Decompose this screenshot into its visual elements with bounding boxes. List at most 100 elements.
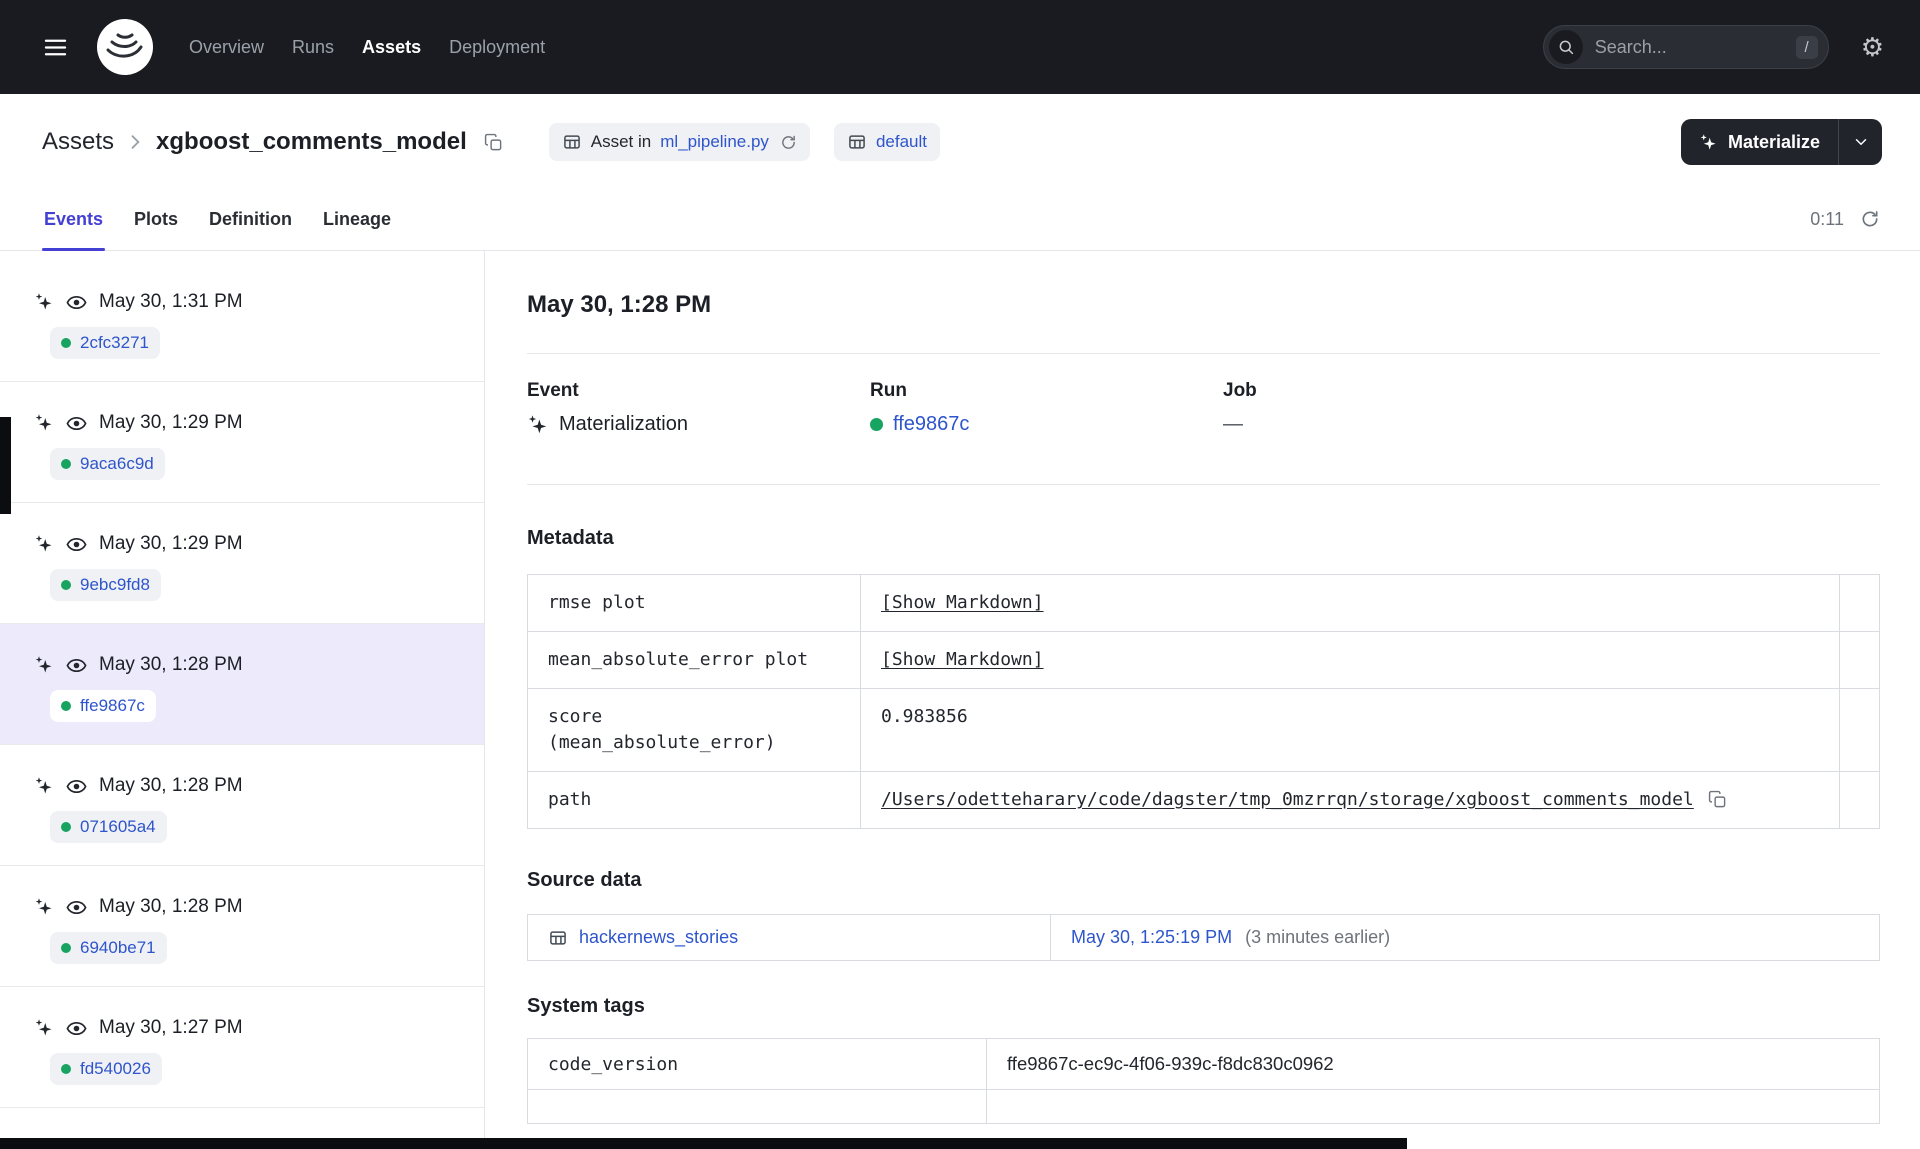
materialize-button[interactable]: Materialize — [1680, 119, 1838, 165]
run-id-badge[interactable]: 9ebc9fd8 — [50, 569, 161, 601]
event-run-job-summary: Event Materialization Run ffe9867c Job — — [527, 380, 1880, 436]
event-list-item[interactable]: May 30, 1:29 PM 9aca6c9d — [0, 382, 484, 503]
materialization-icon — [34, 655, 54, 675]
event-list-item[interactable]: May 30, 1:28 PM 071605a4 — [0, 745, 484, 866]
reload-code-location-icon[interactable] — [780, 134, 797, 151]
event-list-item[interactable]: May 30, 1:31 PM 2cfc3271 — [0, 261, 484, 382]
upstream-asset-link[interactable]: hackernews_stories — [579, 927, 738, 948]
metadata-key: score (mean_absolute_error) — [527, 688, 861, 772]
run-success-dot — [870, 418, 883, 431]
search-input[interactable] — [1592, 35, 1786, 59]
run-id-badge[interactable]: 071605a4 — [50, 811, 167, 843]
observation-eye-icon — [66, 776, 87, 797]
tab[interactable]: Events — [42, 188, 106, 251]
run-id-badge[interactable]: 9aca6c9d — [50, 448, 165, 480]
screen-edge-artifact-left — [0, 417, 11, 514]
run-id-link[interactable]: fd540026 — [80, 1059, 151, 1079]
run-id-link[interactable]: 9aca6c9d — [80, 454, 154, 474]
asset-in-label: Asset in — [590, 132, 652, 151]
run-id-link[interactable]: 071605a4 — [80, 817, 156, 837]
run-id-badge[interactable]: fd540026 — [50, 1053, 162, 1085]
run-success-dot — [61, 822, 71, 832]
run-id-link[interactable]: 2cfc3271 — [80, 333, 149, 353]
search-box[interactable]: / — [1542, 25, 1829, 69]
source-data-table: hackernews_stories May 30, 1:25:19 PM (3… — [527, 914, 1880, 961]
metadata-key: path — [527, 771, 861, 829]
dagster-logo[interactable] — [95, 17, 155, 77]
materialization-icon — [34, 534, 54, 554]
hamburger-menu-button[interactable] — [36, 28, 75, 67]
event-list-item[interactable]: May 30, 1:27 PM fd540026 — [0, 987, 484, 1108]
event-timestamp: May 30, 1:28 PM — [99, 654, 243, 675]
source-timestamp-link[interactable]: May 30, 1:25:19 PM — [1071, 927, 1232, 947]
tab[interactable]: Plots — [132, 188, 180, 250]
run-id-badge[interactable]: 2cfc3271 — [50, 327, 160, 359]
materialization-icon — [34, 292, 54, 312]
materialization-icon — [527, 414, 549, 436]
metadata-value[interactable]: [Show Markdown] — [881, 592, 1044, 613]
metadata-action-cell — [1839, 771, 1880, 829]
hamburger-icon — [44, 39, 67, 55]
metadata-heading: Metadata — [527, 527, 614, 549]
event-type-value: Materialization — [559, 413, 688, 435]
refresh-icon[interactable] — [1858, 207, 1882, 231]
event-detail-title: May 30, 1:28 PM — [527, 291, 712, 318]
nav-item[interactable]: Overview — [189, 37, 264, 58]
event-label: Event — [527, 380, 579, 401]
metadata-value[interactable]: /Users/odetteharary/code/dagster/tmp_0mz… — [881, 789, 1694, 810]
asset-group-link[interactable]: default — [876, 132, 927, 152]
page-header: Assets xgboost_comments_model Asset in m… — [0, 94, 1920, 188]
run-id-badge[interactable]: 6940be71 — [50, 932, 167, 964]
run-column: Run ffe9867c — [870, 380, 1223, 436]
asset-definition-chip[interactable]: Asset in ml_pipeline.py — [548, 123, 810, 161]
run-id-link[interactable]: 6940be71 — [80, 938, 156, 958]
tab[interactable]: Lineage — [321, 188, 393, 250]
run-id-link[interactable]: ffe9867c — [893, 413, 969, 436]
metadata-action-cell — [1839, 688, 1880, 772]
system-tag-row: code_version ffe9867c-ec9c-4f06-939c-f8d… — [527, 1038, 1880, 1090]
job-label: Job — [1223, 380, 1257, 401]
system-tag-key: code_version — [527, 1038, 987, 1090]
event-column: Event Materialization — [527, 380, 870, 436]
run-id-link[interactable]: 9ebc9fd8 — [80, 575, 150, 595]
copy-asset-name-icon[interactable] — [478, 127, 509, 158]
code-file-link[interactable]: ml_pipeline.py — [660, 132, 769, 152]
observation-eye-icon — [66, 655, 87, 676]
observation-eye-icon — [66, 413, 87, 434]
metadata-row: path /Users/odetteharary/code/dagster/tm… — [527, 771, 1880, 829]
metadata-row: score (mean_absolute_error) 0.983856 — [527, 688, 1880, 772]
asset-group-chip[interactable]: default — [833, 123, 940, 161]
event-timestamp: May 30, 1:29 PM — [99, 412, 243, 433]
event-list-item[interactable]: May 30, 1:29 PM 9ebc9fd8 — [0, 503, 484, 624]
event-list-item[interactable]: May 30, 1:28 PM 6940be71 — [0, 866, 484, 987]
breadcrumb: Assets xgboost_comments_model — [42, 127, 509, 158]
code-location-icon — [562, 132, 582, 152]
system-tag-value: ffe9867c-ec9c-4f06-939c-f8dc830c0962 — [986, 1038, 1880, 1090]
metadata-action-cell — [1839, 631, 1880, 689]
copy-path-icon[interactable] — [1708, 790, 1727, 812]
run-id-link[interactable]: ffe9867c — [80, 696, 145, 716]
run-success-dot — [61, 338, 71, 348]
materialize-split-button: Materialize — [1680, 119, 1882, 165]
materialize-dropdown-button[interactable] — [1838, 119, 1882, 165]
run-success-dot — [61, 701, 71, 711]
metadata-value: 0.983856 — [881, 706, 968, 727]
screen-edge-artifact-bottom — [0, 1138, 1407, 1149]
event-detail-panel: May 30, 1:28 PM Event Materialization Ru… — [485, 251, 1920, 1142]
event-list-item[interactable]: May 30, 1:28 PM ffe9867c — [0, 624, 484, 745]
nav-item[interactable]: Assets — [362, 37, 421, 58]
metadata-value[interactable]: [Show Markdown] — [881, 649, 1044, 670]
breadcrumb-assets-link[interactable]: Assets — [42, 128, 114, 156]
materialization-icon — [34, 413, 54, 433]
tab[interactable]: Definition — [207, 188, 294, 250]
asset-tabs-bar: Events Plots Definition Lineage 0:11 — [0, 188, 1920, 251]
nav-item[interactable]: Deployment — [449, 37, 545, 58]
settings-gear-icon[interactable]: ⚙︎ — [1855, 33, 1890, 61]
nav-item[interactable]: Runs — [292, 37, 334, 58]
run-id-badge[interactable]: ffe9867c — [50, 690, 156, 722]
divider — [527, 353, 1880, 354]
job-value: — — [1223, 413, 1243, 435]
sparkle-icon — [1699, 133, 1718, 152]
job-column: Job — — [1223, 380, 1880, 436]
source-data-heading: Source data — [527, 869, 642, 891]
